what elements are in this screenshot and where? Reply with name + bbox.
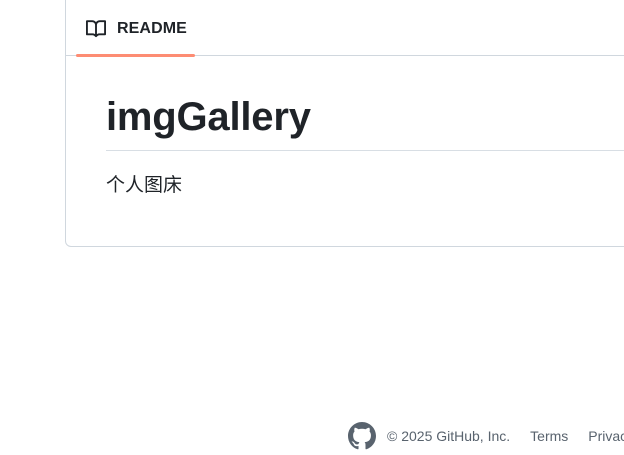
footer-link-terms[interactable]: Terms [530, 428, 568, 444]
tab-readme[interactable]: README [76, 1, 195, 57]
github-logo-icon[interactable] [348, 422, 376, 450]
footer-link-privacy[interactable]: Privacy [588, 428, 624, 444]
tab-readme-label: README [117, 19, 187, 37]
active-tab-indicator [76, 54, 195, 57]
footer-copyright: © 2025 GitHub, Inc. [387, 428, 511, 444]
book-icon [86, 19, 106, 39]
readme-content: imgGallery 个人图床 [106, 86, 624, 196]
readme-title: imgGallery [106, 95, 311, 139]
readme-description: 个人图床 [106, 174, 183, 196]
title-divider [106, 150, 624, 151]
readme-panel: README imgGallery 个人图床 [65, 0, 624, 247]
site-footer: © 2025 GitHub, Inc. Terms Privacy [348, 421, 624, 451]
readme-header: README [66, 0, 624, 57]
page: README imgGallery 个人图床 © 2025 GitHub, In… [0, 0, 624, 455]
